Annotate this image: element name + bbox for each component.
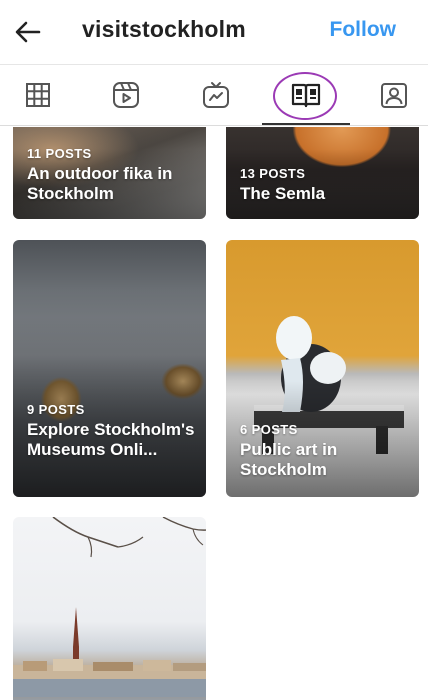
tab-guides[interactable]: [276, 65, 336, 125]
guide-card-semla[interactable]: 13 POSTS The Semla: [226, 127, 419, 219]
guide-title: An outdoor fika in Stockholm: [27, 164, 173, 203]
profile-username: visitstockholm: [82, 16, 246, 42]
tagged-person-icon: [381, 83, 407, 108]
arrow-left-icon: [15, 21, 41, 43]
guide-book-icon: [291, 83, 321, 108]
guide-post-count: 6 POSTS: [240, 422, 298, 437]
follow-button[interactable]: Follow: [330, 18, 397, 42]
tab-tagged[interactable]: [364, 65, 424, 125]
active-tab-indicator: [262, 123, 350, 125]
guide-post-count: 13 POSTS: [240, 166, 306, 181]
guide-title: The Semla: [240, 184, 326, 203]
guide-post-count: 11 POSTS: [27, 146, 92, 161]
guide-card-public-art[interactable]: 6 POSTS Public art in Stockholm: [226, 240, 419, 497]
guides-grid: 11 POSTS An outdoor fika in Stockholm 13…: [0, 127, 428, 700]
guide-card-city[interactable]: [13, 517, 206, 700]
back-button[interactable]: [12, 16, 44, 48]
guide-title: Public art in Stockholm: [240, 440, 338, 479]
guide-post-count: 9 POSTS: [27, 402, 85, 417]
grid-icon: [26, 83, 50, 107]
guide-card-outdoor-fika[interactable]: 11 POSTS An outdoor fika in Stockholm: [13, 127, 206, 219]
branch-illustration: [52, 517, 206, 558]
igtv-icon: [203, 82, 229, 108]
reels-icon: [113, 82, 139, 108]
tab-posts[interactable]: [8, 65, 68, 125]
guide-card-museums[interactable]: 9 POSTS Explore Stockholm's Museums Onli…: [13, 240, 206, 497]
city-skyline-illustration: [13, 659, 206, 697]
profile-tabs: [0, 64, 428, 126]
profile-header: visitstockholm Follow: [0, 0, 428, 64]
tab-igtv[interactable]: [186, 65, 246, 125]
tab-reels[interactable]: [96, 65, 156, 125]
guide-title: Explore Stockholm's Museums Onli...: [27, 420, 195, 459]
